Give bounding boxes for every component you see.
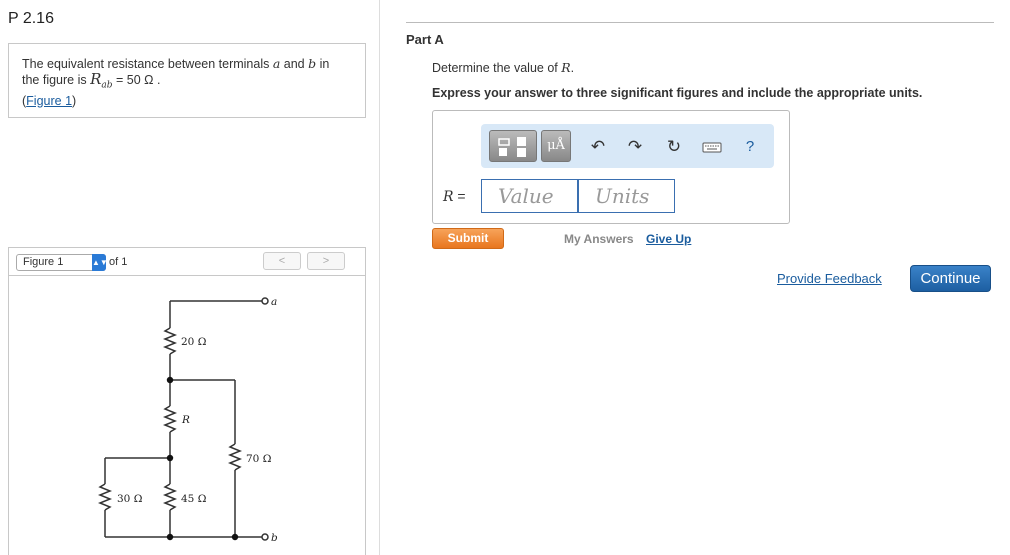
junction-dot bbox=[166, 454, 174, 462]
divider bbox=[406, 22, 994, 23]
junction-dot bbox=[231, 533, 239, 541]
r70-label: 70 Ω bbox=[246, 453, 272, 465]
var-b: b bbox=[308, 56, 317, 71]
statement-text: in bbox=[316, 57, 330, 71]
r20-label: 20 Ω bbox=[181, 336, 207, 348]
give-up-link[interactable]: Give Up bbox=[646, 232, 691, 246]
reset-icon[interactable]: ↻ bbox=[663, 136, 685, 158]
figure-panel: a b 20 Ω R 70 Ω 30 Ω 45 Ω bbox=[8, 275, 366, 555]
question-text: Determine the value of bbox=[432, 61, 562, 75]
problem-panel: P 2.16 The equivalent resistance between… bbox=[0, 0, 380, 555]
resistor-30 bbox=[97, 483, 113, 511]
figure-count: of 1 bbox=[109, 256, 128, 268]
rab-symbol: R bbox=[90, 70, 102, 88]
question-var: R bbox=[561, 60, 571, 75]
r30-label: 30 Ω bbox=[117, 493, 143, 505]
figure-select-value: Figure 1 bbox=[23, 256, 64, 268]
statement-text: the figure is bbox=[22, 73, 91, 87]
provide-feedback-link[interactable]: Provide Feedback bbox=[777, 271, 882, 286]
terminal-b-node bbox=[261, 533, 269, 541]
terminal-a-label: a bbox=[271, 296, 277, 308]
my-answers-link: My Answers bbox=[564, 232, 634, 246]
link-paren: ) bbox=[72, 93, 77, 108]
submit-button[interactable]: Submit bbox=[432, 228, 504, 249]
r45-label: 45 Ω bbox=[181, 493, 207, 505]
junction-dot bbox=[166, 533, 174, 541]
problem-statement: The equivalent resistance between termin… bbox=[8, 43, 366, 118]
continue-button[interactable]: Continue bbox=[910, 265, 991, 292]
units-input[interactable]: Units bbox=[578, 179, 675, 213]
help-icon[interactable]: ? bbox=[739, 136, 761, 158]
answer-box: μÅ ↶ ↷ ↻ ? R = Value Units bbox=[432, 110, 790, 224]
undo-icon[interactable]: ↶ bbox=[587, 136, 609, 158]
answer-variable: R = bbox=[443, 188, 466, 205]
resistor-70 bbox=[227, 443, 243, 471]
resistor-20 bbox=[162, 327, 178, 355]
keyboard-icon[interactable] bbox=[701, 136, 723, 158]
redo-icon[interactable]: ↷ bbox=[624, 136, 646, 158]
figure-select[interactable]: Figure 1 ▲▼ bbox=[16, 254, 108, 271]
figure-link[interactable]: Figure 1 bbox=[26, 94, 72, 108]
prev-figure-button[interactable]: < bbox=[263, 252, 301, 270]
question-text: . bbox=[570, 61, 575, 75]
templates-icon bbox=[498, 137, 526, 157]
instruction: Express your answer to three significant… bbox=[432, 86, 923, 100]
junction-dot bbox=[166, 376, 174, 384]
resistor-45 bbox=[162, 483, 178, 511]
statement-text: The equivalent resistance between termin… bbox=[22, 57, 273, 71]
select-arrows-icon: ▲▼ bbox=[92, 254, 108, 271]
rab-value: = 50 Ω . bbox=[112, 73, 161, 87]
templates-button[interactable] bbox=[489, 130, 537, 162]
keyboard-shape bbox=[702, 142, 722, 153]
r-unknown-label: R bbox=[181, 414, 190, 426]
resistor-r bbox=[162, 405, 178, 433]
part-label: Part A bbox=[406, 32, 444, 47]
units-button[interactable]: μÅ bbox=[541, 130, 571, 162]
question: Determine the value of R. bbox=[432, 60, 574, 75]
circuit-diagram: a b 20 Ω R 70 Ω 30 Ω 45 Ω bbox=[97, 296, 278, 544]
value-input[interactable]: Value bbox=[481, 179, 578, 213]
next-figure-button[interactable]: > bbox=[307, 252, 345, 270]
problem-title: P 2.16 bbox=[8, 10, 54, 27]
answer-var: R bbox=[443, 189, 454, 205]
statement-text: and bbox=[280, 57, 309, 71]
rab-subscript: ab bbox=[101, 80, 113, 91]
terminal-b-label: b bbox=[271, 532, 278, 544]
terminal-a-node bbox=[261, 297, 269, 305]
answer-panel: Part A Determine the value of R. Express… bbox=[380, 0, 1010, 555]
equals-sign: = bbox=[453, 188, 466, 204]
math-toolbar: μÅ ↶ ↷ ↻ ? bbox=[481, 124, 774, 168]
figure-toolbar: Figure 1 ▲▼ of 1 < > bbox=[8, 247, 366, 275]
